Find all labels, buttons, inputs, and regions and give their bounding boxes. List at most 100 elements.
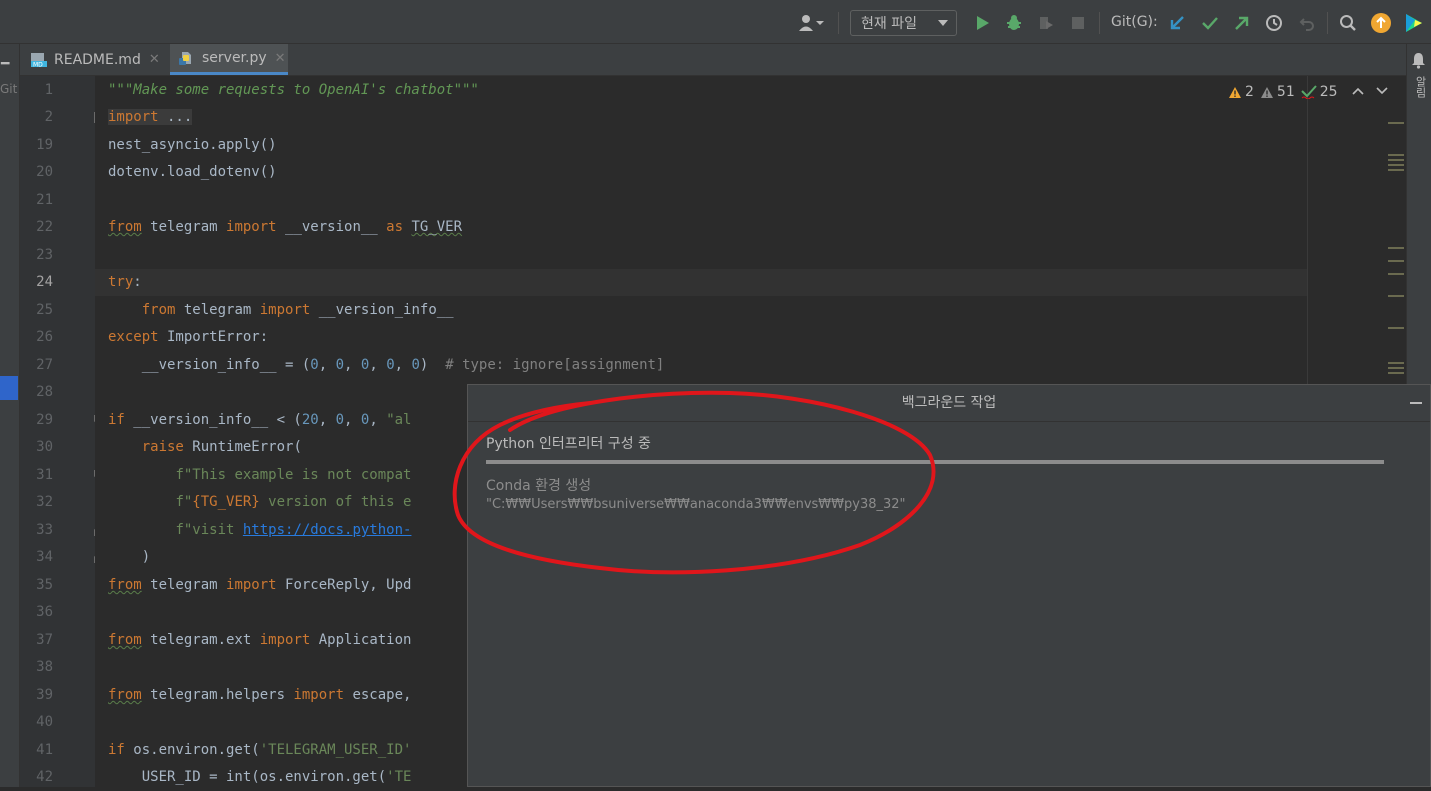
toolbar-separator [1099,12,1100,34]
user-account-icon[interactable] [794,12,828,34]
line-number: 26 [36,329,53,345]
git-push-icon[interactable] [1232,13,1252,33]
code-line: USER_ID = int(os.environ.get('TE [108,769,412,785]
line-number: 35 [36,577,53,593]
folded-region[interactable]: import ... [108,109,193,125]
code-line: from telegram import __version_info__ [141,302,454,318]
tab-readme[interactable]: MD README.md ✕ [28,44,170,75]
next-highlight-icon[interactable] [1376,84,1388,100]
stripe-mark[interactable] [1388,260,1404,262]
line-number: 40 [36,714,53,730]
main-toolbar: 현재 파일 Git(G): [0,0,1431,44]
stop-icon[interactable] [1068,13,1088,33]
code-line: f"visit https://docs.python- [175,522,412,538]
collapse-icon[interactable]: ━ [1,56,9,72]
line-number: 34 [36,549,53,565]
ide-logo-icon[interactable] [1403,12,1425,34]
code-line: __version_info__ = (0, 0, 0, 0, 0) # typ… [108,357,665,373]
coverage-icon[interactable] [1036,13,1056,33]
code-line: f"{TG_VER} version of this e [175,494,412,510]
toolbar-separator [838,12,839,34]
line-number-current: 24 [36,274,53,290]
line-number: 23 [36,247,53,263]
code-link[interactable]: https://docs.python- [243,522,412,538]
warning-triangle-icon [1229,86,1241,98]
inspections-widget[interactable]: 2 51 25 [1228,84,1388,100]
run-configuration-label: 현재 파일 [861,16,917,32]
tab-label: server.py [202,50,267,66]
debug-bug-icon[interactable] [1004,13,1024,33]
code-line: """Make some requests to OpenAI's chatbo… [108,82,479,98]
chevron-down-icon [938,20,948,26]
notifications-tab-label[interactable]: 알림 [1412,76,1428,98]
close-icon[interactable]: ✕ [149,52,160,67]
error-count[interactable]: 2 [1228,84,1254,100]
code-line: from telegram import __version__ as TG_V… [108,219,463,235]
stripe-mark[interactable] [1388,327,1404,329]
code-line: dotenv.load_dotenv() [108,164,277,180]
warning-count[interactable]: 51 [1260,84,1295,100]
code-line: try: [108,274,142,290]
code-line: except ImportError: [108,329,269,345]
red-annotation-circle [452,390,936,575]
stripe-mark[interactable] [1388,164,1404,166]
code-line: raise RuntimeError( [141,439,302,455]
stripe-mark[interactable] [1388,372,1404,374]
line-number: 38 [36,659,53,675]
line-number: 27 [36,357,53,373]
stripe-mark[interactable] [1388,362,1404,364]
typo-check-icon [1301,85,1317,99]
stripe-mark[interactable] [1388,367,1404,369]
line-number: 1 [44,82,53,98]
notifications-bell-icon[interactable] [1411,52,1426,73]
line-number: 20 [36,164,53,180]
stripe-mark[interactable] [1388,122,1404,124]
stripe-mark[interactable] [1388,169,1404,171]
search-icon[interactable] [1338,13,1358,33]
editor-tab-bar: MD README.md ✕ server.py ✕ [20,44,1406,76]
previous-highlight-icon[interactable] [1352,84,1364,100]
git-tool-window-tab[interactable]: Git [0,82,17,96]
active-tool-marker [0,376,18,400]
line-number: 39 [36,687,53,703]
git-label: Git(G): [1111,14,1158,30]
code-line: if __version_info__ < (20, 0, 0, "al [108,412,412,428]
line-number: 37 [36,632,53,648]
left-tool-strip: ━ Git [0,44,20,787]
stripe-mark[interactable] [1388,295,1404,297]
stripe-mark[interactable] [1388,154,1404,156]
code-line: from telegram import ForceReply, Upd [108,577,412,593]
line-number-gutter: 1 2 19 20 21 22 23 24 25 26 27 28 29 30 … [20,76,105,787]
toolbar-separator [1327,12,1328,34]
python-file-icon [178,49,196,67]
line-number: 22 [36,219,53,235]
git-commit-check-icon[interactable] [1200,13,1220,33]
tab-label: README.md [54,51,141,68]
markdown-file-icon: MD [30,51,48,69]
close-icon[interactable]: ✕ [275,51,286,66]
line-number: 31 [36,467,53,483]
line-number: 19 [36,137,53,153]
code-line: from telegram.ext import Application [108,632,412,648]
code-line: nest_asyncio.apply() [108,137,277,153]
update-available-icon[interactable] [1370,12,1392,34]
run-icon[interactable] [972,13,992,33]
run-configuration-select[interactable]: 현재 파일 [850,10,957,36]
line-number: 25 [36,302,53,318]
tab-server-py[interactable]: server.py ✕ [170,44,288,75]
line-number: 36 [36,604,53,620]
code-line: if os.environ.get('TELEGRAM_USER_ID' [108,742,412,758]
line-number: 2 [44,109,53,125]
stripe-mark[interactable] [1388,273,1404,275]
stripe-mark[interactable] [1388,247,1404,249]
line-number: 41 [36,742,53,758]
git-update-icon[interactable] [1167,13,1187,33]
line-number: 33 [36,522,53,538]
line-number: 29 [36,412,53,428]
rollback-icon[interactable] [1297,13,1317,33]
minimize-icon[interactable] [1410,402,1422,404]
weak-warning-icon [1260,86,1273,98]
typo-count[interactable]: 25 [1301,84,1338,100]
history-clock-icon[interactable] [1264,13,1284,33]
stripe-mark[interactable] [1388,159,1404,161]
